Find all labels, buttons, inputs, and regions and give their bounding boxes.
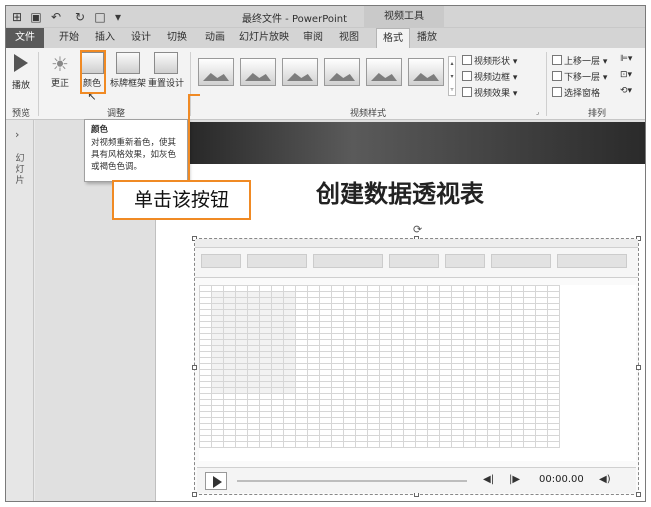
video-border-label: 视频边框 bbox=[474, 73, 511, 83]
video-shape-button[interactable]: 视频形状 ▾ bbox=[462, 54, 517, 67]
tab-animations[interactable]: 动画 bbox=[200, 28, 230, 48]
video-tools-context-title: 视频工具 bbox=[364, 6, 444, 28]
tab-file[interactable]: 文件 bbox=[6, 28, 44, 48]
selection-pane-icon bbox=[552, 87, 562, 97]
title-bar: ⊞ ▣ ↶ ↻ □ ▾ 最终文件 - PowerPoint 视频工具 bbox=[6, 6, 645, 28]
play-icon bbox=[14, 54, 28, 72]
poster-frame-icon bbox=[116, 52, 140, 74]
volume-icon[interactable]: ◀) bbox=[599, 474, 611, 485]
powerpoint-window: ⊞ ▣ ↶ ↻ □ ▾ 最终文件 - PowerPoint 视频工具 文件 开始… bbox=[5, 5, 646, 502]
group-label-arrange: 排列 bbox=[587, 109, 606, 119]
bring-forward-button[interactable]: 上移一层 ▾ bbox=[552, 54, 607, 67]
video-style-thumbnail[interactable] bbox=[282, 58, 318, 86]
color-tooltip: 颜色 对视频重新着色，使其具有风格效果，如灰色或褐色色调。 bbox=[84, 119, 188, 182]
video-style-thumbnail[interactable] bbox=[408, 58, 444, 86]
tab-transitions[interactable]: 切换 bbox=[162, 28, 192, 48]
styles-gallery-scroll[interactable]: ▴ ▾ ▿ bbox=[448, 56, 456, 96]
window-title: 最终文件 - PowerPoint bbox=[242, 14, 348, 25]
group-label-video-styles: 视频样式 bbox=[349, 109, 386, 119]
poster-frame-button[interactable]: 标牌框架 bbox=[110, 52, 146, 89]
app-icon: ⊞ bbox=[11, 10, 23, 24]
tab-format[interactable]: 格式 bbox=[376, 28, 410, 48]
video-style-thumbnail[interactable] bbox=[198, 58, 234, 86]
group-separator bbox=[190, 52, 191, 116]
video-border-icon bbox=[462, 71, 472, 81]
group-separator bbox=[546, 52, 547, 116]
send-backward-label: 下移一层 bbox=[564, 73, 601, 83]
color-button-highlight bbox=[80, 50, 106, 94]
bring-forward-label: 上移一层 bbox=[564, 57, 601, 67]
video-effects-button[interactable]: 视频效果 ▾ bbox=[462, 86, 517, 99]
group-label-adjust: 调整 bbox=[106, 109, 125, 119]
reset-design-label: 重置设计 bbox=[148, 79, 185, 89]
rewind-icon[interactable]: ◀| bbox=[483, 474, 494, 485]
video-frame-spreadsheet bbox=[199, 285, 636, 461]
tooltip-body: 对视频重新着色，使其具有风格效果，如灰色或褐色色调。 bbox=[91, 138, 177, 172]
slides-panel-label: 幻灯片 bbox=[15, 154, 25, 186]
dialog-launcher-icon[interactable]: ⌟ bbox=[536, 108, 539, 116]
video-effects-label: 视频效果 bbox=[474, 89, 511, 99]
video-play-button[interactable] bbox=[205, 472, 227, 490]
tab-insert[interactable]: 插入 bbox=[90, 28, 120, 48]
reset-design-icon bbox=[154, 52, 178, 74]
sun-icon: ☀ bbox=[51, 52, 69, 76]
forward-icon[interactable]: |▶ bbox=[509, 474, 520, 485]
tab-design[interactable]: 设计 bbox=[126, 28, 156, 48]
poster-frame-label: 标牌框架 bbox=[110, 79, 147, 89]
video-style-thumbnail[interactable] bbox=[366, 58, 402, 86]
instruction-callout: 单击该按钮 bbox=[112, 180, 251, 220]
play-button[interactable]: 播放 bbox=[8, 52, 34, 91]
spreadsheet-grid bbox=[199, 285, 560, 448]
video-object[interactable]: ⟳ ◀| |▶ 00:00.00 ◀) bbox=[192, 223, 641, 497]
group-icon[interactable]: ⊡▾ bbox=[620, 70, 632, 80]
customize-toolbar-icon[interactable]: ▾ bbox=[110, 9, 126, 25]
tab-view[interactable]: 视图 bbox=[334, 28, 364, 48]
video-frame-titlebar bbox=[195, 239, 638, 248]
undo-icon[interactable]: ↶ bbox=[48, 9, 64, 25]
send-backward-icon bbox=[552, 71, 562, 81]
selection-pane-label: 选择窗格 bbox=[564, 89, 601, 99]
video-time: 00:00.00 bbox=[539, 474, 584, 485]
ribbon-tabs: 文件 开始 插入 设计 切换 动画 幻灯片放映 审阅 视图 格式 播放 bbox=[6, 28, 645, 48]
align-icon[interactable]: ⊫▾ bbox=[620, 54, 632, 64]
correct-label: 更正 bbox=[50, 79, 69, 89]
slide-heading[interactable]: 创建数据透视表 bbox=[316, 174, 484, 209]
play-label: 播放 bbox=[11, 81, 30, 91]
correct-button[interactable]: ☀ 更正 bbox=[46, 52, 74, 89]
expand-chevron-icon[interactable]: › bbox=[15, 128, 19, 141]
save-icon[interactable]: ▣ bbox=[28, 9, 44, 25]
video-frame-ribbon bbox=[195, 248, 638, 278]
tab-home[interactable]: 开始 bbox=[54, 28, 84, 48]
video-style-thumbnail[interactable] bbox=[240, 58, 276, 86]
slides-panel: › 幻灯片 bbox=[6, 120, 34, 501]
tab-review[interactable]: 审阅 bbox=[298, 28, 328, 48]
new-file-icon[interactable]: □ bbox=[92, 9, 108, 25]
reset-design-button[interactable]: 重置设计 bbox=[148, 52, 184, 89]
slide-header-band bbox=[156, 122, 645, 164]
group-label-preview: 预览 bbox=[11, 109, 30, 119]
redo-icon[interactable]: ↻ bbox=[72, 9, 88, 25]
video-shape-icon bbox=[462, 55, 472, 65]
video-controls-bar: ◀| |▶ 00:00.00 ◀) bbox=[197, 467, 636, 493]
send-backward-button[interactable]: 下移一层 ▾ bbox=[552, 70, 607, 83]
rotation-handle-icon[interactable]: ⟳ bbox=[413, 223, 422, 236]
video-effects-icon bbox=[462, 87, 472, 97]
resize-handle[interactable] bbox=[636, 492, 641, 497]
bring-forward-icon bbox=[552, 55, 562, 65]
video-style-thumbnail[interactable] bbox=[324, 58, 360, 86]
tab-slideshow[interactable]: 幻灯片放映 bbox=[236, 28, 292, 48]
resize-handle[interactable] bbox=[636, 365, 641, 370]
video-border-button[interactable]: 视频边框 ▾ bbox=[462, 70, 517, 83]
video-shape-label: 视频形状 bbox=[474, 57, 511, 67]
tooltip-title: 颜色 bbox=[91, 125, 109, 135]
callout-connector bbox=[188, 94, 190, 180]
tab-playback[interactable]: 播放 bbox=[412, 28, 442, 48]
resize-handle[interactable] bbox=[192, 365, 197, 370]
rotate-icon[interactable]: ⟲▾ bbox=[620, 86, 632, 96]
slide-canvas[interactable]: 创建数据透视表 ⟳ ◀| |▶ 00:00.00 ◀) bbox=[155, 122, 645, 501]
selection-pane-button[interactable]: 选择窗格 bbox=[552, 86, 600, 99]
group-separator bbox=[38, 52, 39, 116]
video-timeline[interactable] bbox=[237, 480, 467, 482]
